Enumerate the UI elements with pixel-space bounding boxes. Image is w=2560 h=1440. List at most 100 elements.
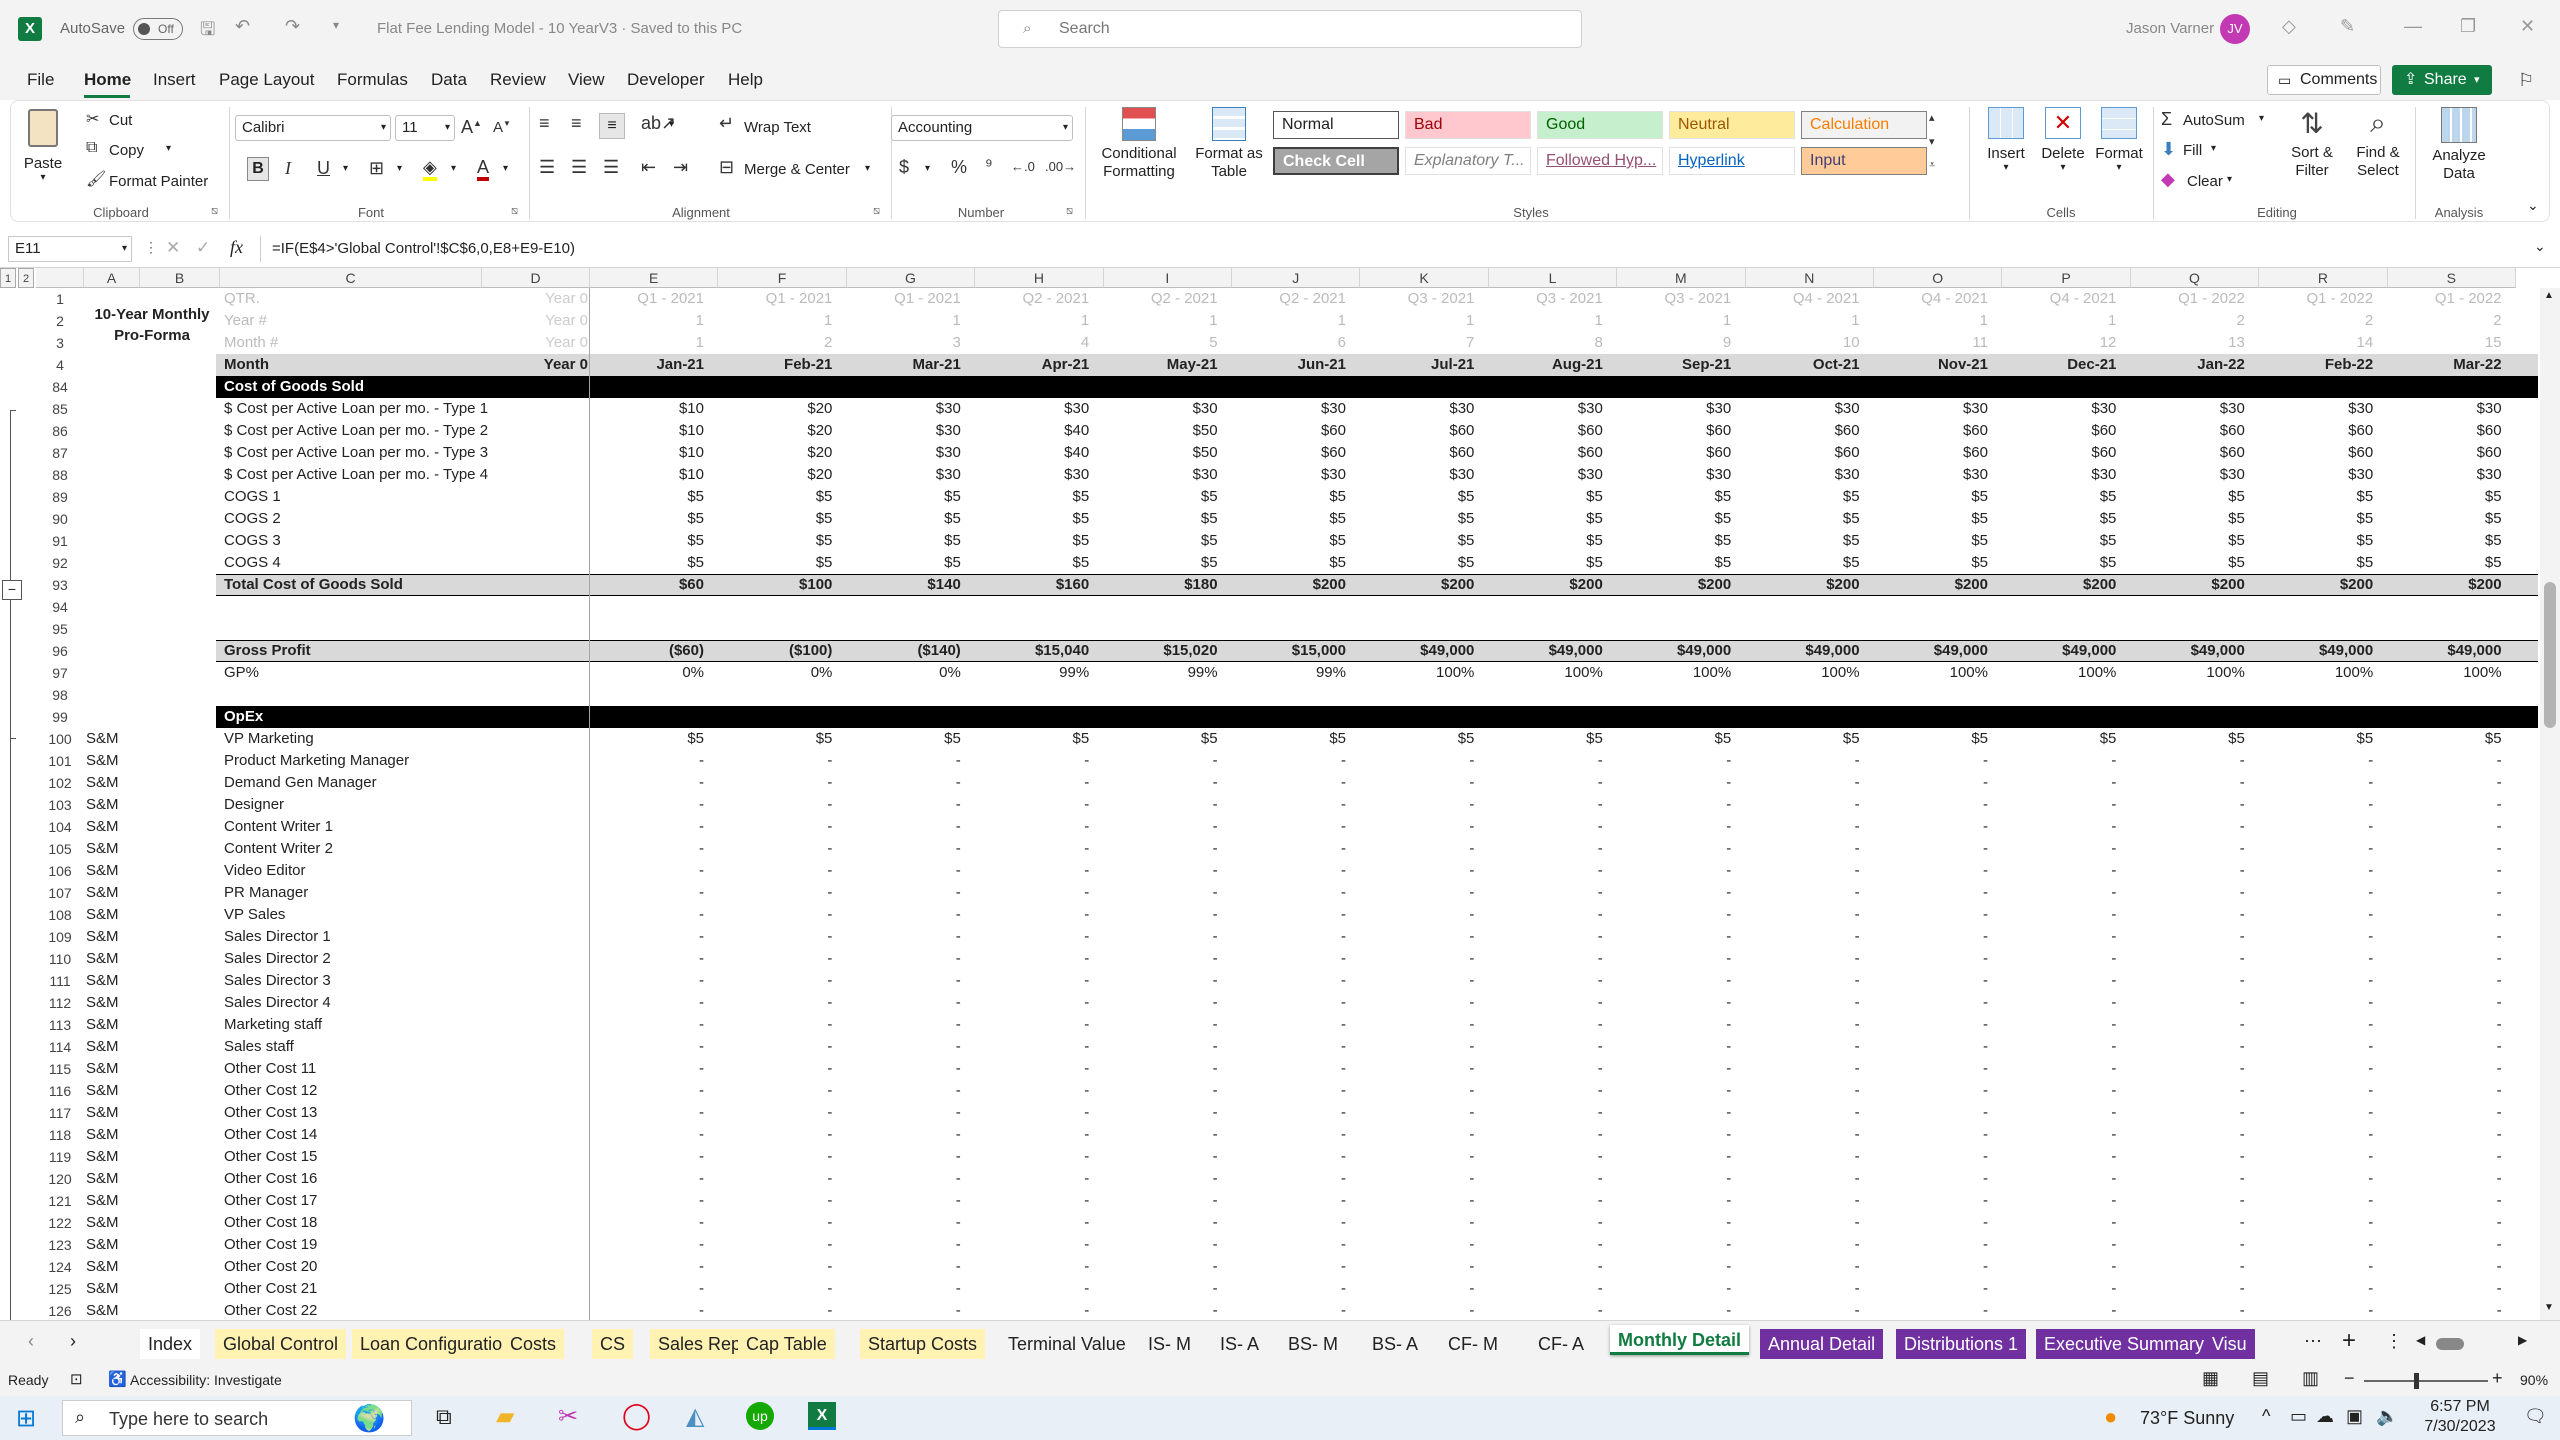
value-cell[interactable]: $5 [1874, 728, 2002, 750]
value-cell[interactable]: $5 [590, 552, 718, 574]
value-cell[interactable]: $5 [1874, 552, 2002, 574]
category-cell[interactable]: S&M [86, 728, 146, 750]
value-cell[interactable]: $60 [2259, 442, 2387, 464]
percent-icon[interactable]: % [951, 157, 967, 178]
cell-style-hyperlink[interactable]: Hyperlink [1669, 147, 1795, 175]
value-cell[interactable]: - [975, 1102, 1103, 1124]
cell-style-check-cell[interactable]: Check Cell [1273, 147, 1399, 175]
menu-formulas[interactable]: Formulas [337, 70, 408, 90]
column-header-d[interactable]: D [482, 268, 590, 288]
value-cell[interactable]: - [975, 926, 1103, 948]
value-cell[interactable]: $30 [1104, 398, 1232, 420]
category-cell[interactable]: S&M [86, 1256, 146, 1278]
format-cells-button[interactable]: Format ▾ [2091, 107, 2147, 173]
value-cell[interactable]: - [1104, 1190, 1232, 1212]
value-cell[interactable]: - [1746, 1124, 1874, 1146]
value-cell[interactable]: - [1489, 1256, 1617, 1278]
value-cell[interactable]: $5 [1874, 486, 2002, 508]
value-cell[interactable]: - [2259, 1300, 2387, 1320]
value-cell[interactable]: - [1746, 1168, 1874, 1190]
redo-icon[interactable]: ↷ [285, 16, 300, 37]
value-cell[interactable]: - [2259, 1080, 2387, 1102]
category-cell[interactable]: S&M [86, 1058, 146, 1080]
value-cell[interactable]: $5 [847, 486, 975, 508]
value-cell[interactable]: - [718, 1080, 846, 1102]
value-cell[interactable]: - [975, 1190, 1103, 1212]
value-cell[interactable]: $5 [2002, 552, 2130, 574]
value-cell[interactable]: Apr-21 [975, 354, 1103, 376]
value-cell[interactable]: - [2259, 794, 2387, 816]
value-cell[interactable]: $10 [590, 442, 718, 464]
value-cell[interactable]: 2 [718, 332, 846, 354]
search-box[interactable]: ⌕ Search [998, 10, 1582, 48]
value-cell[interactable]: - [1104, 838, 1232, 860]
value-cell[interactable]: - [2259, 1124, 2387, 1146]
value-cell[interactable]: - [1617, 1278, 1745, 1300]
value-cell[interactable]: - [1232, 1080, 1360, 1102]
value-cell[interactable]: - [2002, 1080, 2130, 1102]
app-icon[interactable]: ◭ [686, 1402, 704, 1431]
row-number[interactable]: 106 [42, 860, 78, 882]
value-cell[interactable]: - [1746, 1212, 1874, 1234]
value-cell[interactable]: $5 [1360, 508, 1488, 530]
year-zero-cell[interactable]: Year 0 [430, 288, 588, 310]
value-cell[interactable]: 1 [1746, 310, 1874, 332]
value-cell[interactable]: - [2131, 926, 2259, 948]
value-cell[interactable]: - [1617, 904, 1745, 926]
sheet-tab[interactable]: Index [140, 1329, 201, 1359]
align-left-icon[interactable]: ☰ [539, 157, 555, 178]
value-cell[interactable]: $60 [1874, 442, 2002, 464]
value-cell[interactable]: - [1489, 1190, 1617, 1212]
value-cell[interactable]: - [1104, 1036, 1232, 1058]
value-cell[interactable]: - [590, 926, 718, 948]
value-cell[interactable]: $200 [1232, 574, 1360, 596]
value-cell[interactable]: - [1746, 948, 1874, 970]
value-cell[interactable]: $5 [590, 728, 718, 750]
line-item-label[interactable]: Video Editor [224, 860, 588, 882]
line-item-label[interactable]: Other Cost 16 [224, 1168, 588, 1190]
hscroll-right-icon[interactable]: ▶ [2518, 1333, 2527, 1347]
sheet-tab[interactable]: Global Control [215, 1329, 347, 1359]
value-cell[interactable]: - [2388, 1234, 2516, 1256]
format-painter-icon[interactable]: 🖌 [86, 169, 106, 189]
value-cell[interactable]: - [1360, 948, 1488, 970]
gallery-more-icon[interactable]: ⩡ [1929, 159, 1935, 172]
row-number[interactable]: 109 [42, 926, 78, 948]
value-cell[interactable]: $30 [1746, 464, 1874, 486]
value-cell[interactable]: - [1874, 1234, 2002, 1256]
value-cell[interactable]: 100% [1874, 662, 2002, 684]
value-cell[interactable]: $49,000 [2388, 640, 2516, 662]
align-top-icon[interactable]: ≡ [539, 113, 550, 134]
value-cell[interactable]: - [1232, 882, 1360, 904]
value-cell[interactable]: - [1360, 816, 1488, 838]
value-cell[interactable]: $50 [1104, 442, 1232, 464]
value-cell[interactable]: $40 [975, 420, 1103, 442]
line-item-label[interactable]: VP Marketing [224, 728, 588, 750]
column-header-b[interactable]: B [140, 268, 220, 288]
value-cell[interactable]: - [2388, 816, 2516, 838]
category-cell[interactable]: S&M [86, 1014, 146, 1036]
row-number[interactable]: 117 [42, 1102, 78, 1124]
value-cell[interactable]: - [975, 1036, 1103, 1058]
name-box[interactable]: E11 ▾ [8, 236, 132, 262]
paste-button[interactable]: Paste ▾ [21, 107, 65, 193]
value-cell[interactable]: Q3 - 2021 [1617, 288, 1745, 310]
row-number[interactable]: 119 [42, 1146, 78, 1168]
row-number[interactable]: 2 [42, 310, 78, 332]
value-cell[interactable]: - [1746, 970, 1874, 992]
value-cell[interactable]: - [2131, 1080, 2259, 1102]
value-cell[interactable]: 5 [1104, 332, 1232, 354]
value-cell[interactable]: $30 [2388, 398, 2516, 420]
value-cell[interactable]: - [975, 1124, 1103, 1146]
value-cell[interactable]: - [1874, 904, 2002, 926]
value-cell[interactable]: - [975, 992, 1103, 1014]
italic-button[interactable]: I [285, 158, 291, 179]
value-cell[interactable]: - [1104, 1278, 1232, 1300]
value-cell[interactable]: $30 [847, 420, 975, 442]
value-cell[interactable]: Q1 - 2022 [2388, 288, 2516, 310]
value-cell[interactable]: $30 [1746, 398, 1874, 420]
value-cell[interactable]: - [1104, 1102, 1232, 1124]
value-cell[interactable]: Q3 - 2021 [1489, 288, 1617, 310]
value-cell[interactable]: - [1489, 860, 1617, 882]
formula-bar-grip-icon[interactable]: ⋮ [144, 239, 158, 256]
